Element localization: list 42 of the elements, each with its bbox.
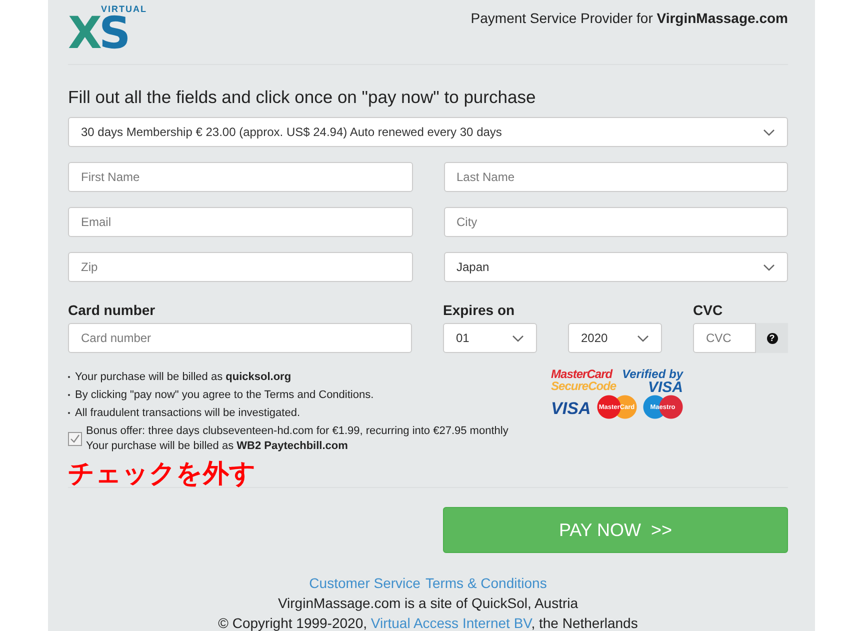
- provider-text: Payment Service Provider for VirginMassage.com: [470, 10, 788, 26]
- pay-now-button[interactable]: PAY NOW >>: [443, 507, 788, 553]
- chevron-down-icon: [763, 128, 775, 136]
- year-select[interactable]: 2020: [568, 323, 662, 353]
- verified-logo-text: VISA: [648, 381, 683, 394]
- text-field[interactable]: City: [444, 207, 788, 237]
- country-select[interactable]: Japan: [444, 252, 788, 282]
- bonus-text: Bonus offer: three days clubseventeen-hd.com for €1.99, recurring into €27.95 monthly: [86, 425, 508, 437]
- cvc-field[interactable]: CVC: [693, 323, 756, 353]
- company-link[interactable]: Virtual Access Internet BV: [370, 615, 532, 631]
- logo-tagline: VIRTUAL: [100, 5, 147, 14]
- card-number-field[interactable]: Card number: [68, 323, 412, 353]
- chevron-down-icon: [512, 334, 524, 342]
- verified-logo-text: Verified by: [622, 368, 683, 381]
- securecode-logo-text: MasterCard: [551, 368, 614, 380]
- securecode-logo-text: SecureCode: [551, 380, 616, 392]
- note-text: Your purchase will be billed as quicksol.org: [75, 371, 292, 383]
- form-heading: Fill out all the fields and click once on "pay now" to purchase: [68, 87, 537, 108]
- field-label: Card number: [68, 301, 156, 320]
- bonus-checkbox[interactable]: [68, 432, 82, 446]
- text-field[interactable]: First Name: [68, 162, 412, 192]
- chevron-down-icon: [763, 264, 775, 270]
- text-field[interactable]: Zip: [68, 252, 412, 282]
- logo-mark: XS: [68, 14, 128, 54]
- note-text: By clicking "pay now" you agree to the Terms and Conditions.: [75, 389, 374, 401]
- field-label: Expires on: [443, 301, 516, 320]
- footer-link[interactable]: Terms & Conditions: [425, 575, 547, 591]
- field-label: CVC: [693, 301, 724, 320]
- check-icon: [70, 434, 80, 443]
- site-text: VirginMassage.com is a site of QuickSol, Austria: [278, 595, 578, 611]
- chevron-down-icon: [637, 334, 649, 342]
- text-field[interactable]: Last Name: [444, 162, 788, 192]
- membership-select[interactable]: 30 days Membership € 23.00 (approx. US$ 24.94) Auto renewed every 30 days: [68, 117, 788, 147]
- month-select[interactable]: 01: [443, 323, 537, 353]
- visa-logo: VISA: [551, 399, 591, 419]
- bonus-text: Your purchase will be billed as WB2 Paytechbill.com: [86, 440, 349, 452]
- text-field[interactable]: Email: [68, 207, 412, 237]
- note-text: All fraudulent transactions will be investigated.: [75, 407, 300, 419]
- annotation-text: チェックを外す: [68, 459, 257, 489]
- help-button[interactable]: ?: [756, 323, 788, 353]
- footer-link[interactable]: Customer Service: [309, 575, 420, 591]
- copyright-text: © Copyright 1999-2020, Virtual Access Internet BV, the Netherlands: [218, 615, 638, 631]
